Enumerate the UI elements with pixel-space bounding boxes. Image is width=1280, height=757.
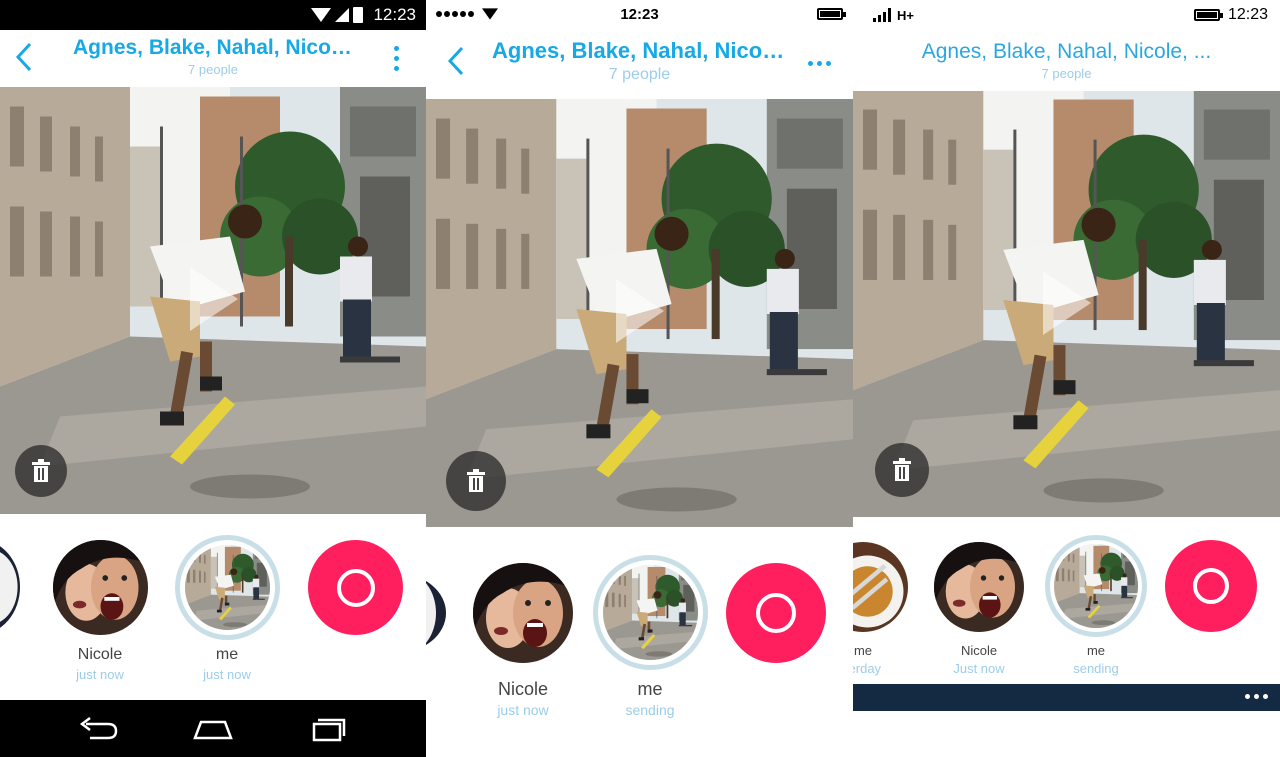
avatar-me[interactable] [593, 555, 708, 670]
recipient-time-nicole: just now [497, 702, 549, 718]
avatar-previous[interactable] [853, 542, 908, 632]
conversation-title[interactable]: Agnes, Blake, Nahal, Nicole, ... [73, 36, 353, 60]
status-bar: H+ 12:23 [853, 0, 1280, 30]
battery-icon [1193, 9, 1223, 21]
record-icon [1193, 568, 1229, 604]
conversation-title[interactable]: Agnes, Blake, Nahal, Nicole, ... [922, 40, 1211, 64]
video-preview[interactable] [0, 87, 426, 514]
signal-icon [335, 8, 350, 22]
chat-header: Agnes, Blake, Nahal, Nicole, ... 7 peopl… [853, 40, 1280, 81]
more-vertical-icon[interactable] [394, 46, 399, 71]
conversation-members: 7 people [1041, 66, 1092, 81]
video-preview[interactable] [853, 91, 1280, 517]
battery-icon [353, 7, 364, 23]
avatar-nicole[interactable] [934, 542, 1024, 632]
play-icon[interactable] [1043, 271, 1091, 335]
recipient-time-me: just now [203, 667, 251, 682]
home-nav-icon[interactable] [191, 716, 235, 742]
avatar-me[interactable] [1045, 535, 1147, 637]
avatar-previous[interactable] [0, 540, 20, 634]
record-icon [336, 568, 375, 607]
trash-icon[interactable] [875, 443, 929, 497]
recipient-time-me: sending [625, 702, 675, 718]
more-horizontal-icon[interactable] [808, 61, 831, 66]
recipient-time-me: sending [1073, 661, 1119, 676]
chat-header: Agnes, Blake, Nahal, Nicole, ... 7 peopl… [0, 36, 426, 77]
recipient-name-nicole: Nicole [960, 643, 998, 658]
recents-nav-icon[interactable] [306, 716, 350, 742]
recipient-name-nicole: Nicole [77, 646, 123, 663]
play-icon[interactable] [616, 279, 664, 343]
play-icon[interactable] [190, 267, 238, 331]
back-nav-icon[interactable] [76, 716, 120, 742]
record-button[interactable] [308, 540, 403, 635]
chevron-left-icon[interactable] [444, 44, 468, 78]
status-bar: 12:23 [426, 0, 853, 28]
android-screen: 12:23 Agnes, Blake, Nahal, Nicole, ... 7… [0, 0, 426, 757]
trash-icon[interactable] [15, 445, 67, 497]
conversation-members: 7 people [188, 62, 238, 77]
recipient-name-previous: me [853, 643, 873, 658]
recipient-time-nicole: Just now [953, 661, 1005, 676]
battery-icon [817, 8, 846, 20]
chat-header: Agnes, Blake, Nahal, Nicole, ... 7 peopl… [426, 38, 853, 84]
more-horizontal-icon[interactable] [1245, 694, 1268, 699]
recipient-name-me: me [1086, 643, 1106, 658]
recipient-time-nicole: just now [76, 667, 124, 682]
ios-screen: 12:23 Agnes, Blake, Nahal, Nicole, ... 7… [426, 0, 853, 757]
trash-icon[interactable] [446, 451, 506, 511]
status-time: 12:23 [620, 5, 659, 23]
android-nav-bar [0, 700, 426, 757]
signal-icon [873, 8, 891, 22]
wifi-icon [311, 8, 332, 22]
recipient-name-me: me [215, 646, 239, 663]
record-icon [756, 593, 796, 633]
recipient-name-me: me [637, 679, 663, 699]
recipient-time-previous: terday [853, 661, 882, 676]
conversation-title[interactable]: Agnes, Blake, Nahal, Nicole, ... [492, 38, 787, 64]
avatar-previous[interactable] [426, 573, 446, 653]
avatar-nicole[interactable] [473, 563, 573, 663]
record-button[interactable] [1165, 540, 1257, 632]
network-type: H+ [897, 7, 914, 23]
avatar-me[interactable] [175, 535, 280, 640]
app-bar [853, 684, 1280, 711]
windows-phone-screen: H+ 12:23 Agnes, Blake, Nahal, Nicole, ..… [853, 0, 1280, 757]
chevron-left-icon[interactable] [12, 40, 36, 74]
conversation-members: 7 people [608, 66, 671, 83]
status-bar: 12:23 [0, 0, 426, 30]
record-button[interactable] [726, 563, 826, 663]
avatar-nicole[interactable] [53, 540, 148, 635]
status-time: 12:23 [373, 5, 416, 24]
video-preview[interactable] [426, 99, 853, 527]
status-time: 12:23 [1227, 6, 1268, 23]
recipient-name-nicole: Nicole [497, 679, 549, 699]
